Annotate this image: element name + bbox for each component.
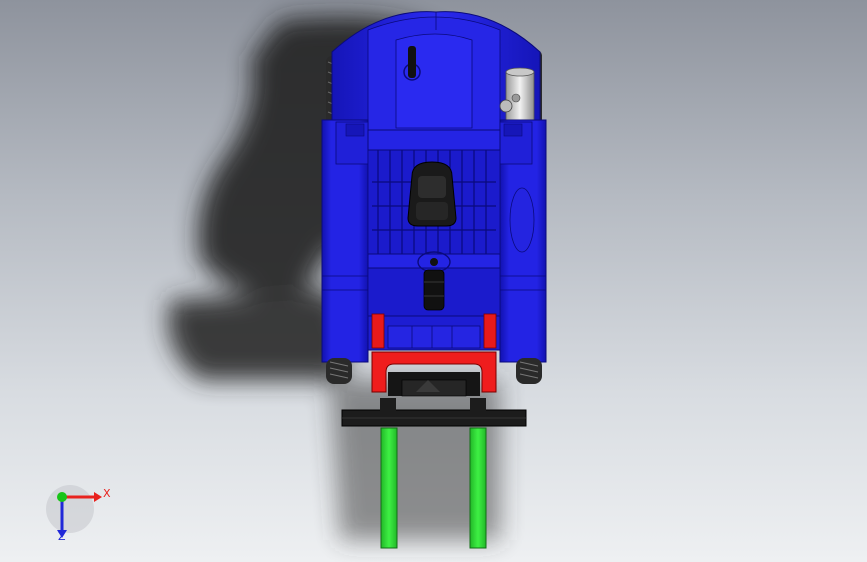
left-fork bbox=[380, 427, 398, 549]
x-axis-label: X bbox=[103, 487, 111, 500]
y-axis-dot bbox=[57, 492, 67, 502]
front-axle bbox=[367, 315, 501, 351]
operator-seat bbox=[407, 161, 457, 227]
coordinate-triad bbox=[57, 492, 102, 538]
right-fork bbox=[469, 427, 487, 549]
front-left-tire bbox=[326, 358, 352, 384]
front-right-tire bbox=[516, 358, 542, 384]
mast-carriage bbox=[371, 351, 497, 397]
z-axis-label: Z bbox=[58, 530, 66, 543]
forklift-model-render[interactable] bbox=[0, 0, 867, 562]
cad-viewport[interactable]: X Z bbox=[0, 0, 867, 562]
x-axis-arrowhead bbox=[94, 492, 102, 502]
